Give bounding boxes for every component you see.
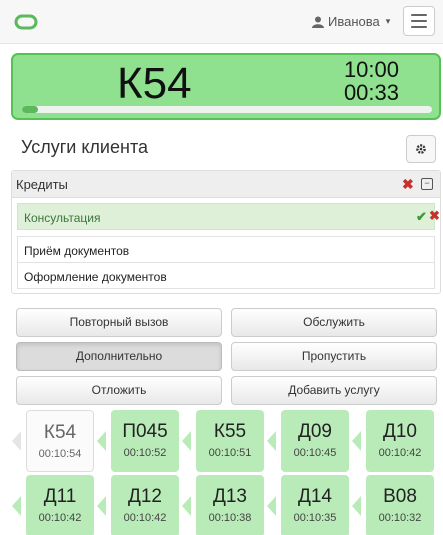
settings-button[interactable] bbox=[406, 135, 436, 163]
hamburger-line bbox=[411, 14, 427, 16]
remove-group-icon[interactable]: ✖ bbox=[402, 176, 414, 193]
tile-arrow-icon bbox=[352, 431, 361, 451]
current-ticket-panel: К54 10:00 00:33 bbox=[11, 53, 441, 120]
service-group-name: Кредиты bbox=[16, 177, 68, 192]
additional-button[interactable]: Дополнительно bbox=[16, 342, 222, 371]
user-name: Иванова bbox=[328, 14, 380, 29]
service-item-label: Оформление документов bbox=[24, 270, 167, 284]
tile-arrow-icon bbox=[12, 431, 21, 451]
confirm-icon[interactable]: ✔ bbox=[416, 209, 427, 225]
queue-ticket-code: К54 bbox=[43, 422, 77, 443]
queue-ticket-tile[interactable]: Д11 00:10:42 bbox=[26, 475, 94, 535]
queue-ticket-tile[interactable]: В08 00:10:32 bbox=[366, 475, 434, 535]
remove-icon[interactable]: ✖ bbox=[429, 208, 440, 224]
queue-ticket-tile[interactable]: Д12 00:10:42 bbox=[111, 475, 179, 535]
queue-ticket-code: Д14 bbox=[297, 486, 332, 507]
services-title: Услуги клиента bbox=[21, 137, 148, 157]
add-service-button[interactable]: Добавить услугу bbox=[231, 376, 437, 405]
repeat-call-button[interactable]: Повторный вызов bbox=[16, 308, 222, 337]
chevron-down-icon: ▾ bbox=[385, 16, 391, 26]
queue-ticket-code: В08 bbox=[383, 486, 417, 507]
ticket-time-total: 10:00 bbox=[343, 57, 399, 82]
postpone-button[interactable]: Отложить bbox=[16, 376, 222, 405]
queue-ticket-code: П045 bbox=[122, 421, 168, 442]
service-item[interactable]: Консультация ✔ ✖ bbox=[17, 203, 440, 230]
progress-fill bbox=[22, 106, 39, 113]
serve-button[interactable]: Обслужить bbox=[231, 308, 437, 337]
queue-ticket-code: К55 bbox=[213, 421, 247, 442]
tile-arrow-icon bbox=[12, 496, 21, 516]
tile-arrow-icon bbox=[267, 496, 276, 516]
services-panel: Кредиты ✖ − Консультация ✔ ✖ Приём докум… bbox=[11, 170, 441, 294]
tile-arrow-icon bbox=[182, 431, 191, 451]
ticket-time-elapsed: 00:33 bbox=[343, 80, 399, 105]
queue-ticket-time: 00:10:42 bbox=[378, 447, 422, 459]
queue-ticket-time: 00:10:42 bbox=[38, 512, 82, 524]
queue-ticket-tile[interactable]: П045 00:10:52 bbox=[111, 410, 179, 472]
queue-ticket-code: Д13 bbox=[212, 486, 247, 507]
queue-ticket-time: 00:10:32 bbox=[378, 512, 422, 524]
tile-arrow-icon bbox=[267, 431, 276, 451]
service-item[interactable]: Оформление документов bbox=[17, 262, 435, 289]
top-navbar: Иванова ▾ bbox=[0, 0, 443, 44]
queue-ticket-time: 00:10:42 bbox=[123, 512, 167, 524]
service-group-header: Кредиты ✖ − bbox=[12, 171, 440, 198]
queue-ticket-time: 00:10:35 bbox=[293, 512, 337, 524]
skip-button[interactable]: Пропустить bbox=[231, 342, 437, 371]
tile-arrow-icon bbox=[97, 496, 106, 516]
gear-icon bbox=[416, 144, 426, 154]
user-icon bbox=[312, 16, 324, 28]
queue-ticket-time: 00:10:38 bbox=[208, 512, 252, 524]
service-item[interactable]: Приём документов bbox=[17, 236, 435, 263]
tile-arrow-icon bbox=[182, 496, 191, 516]
queue-ticket-time: 00:10:51 bbox=[208, 447, 252, 459]
user-menu[interactable]: Иванова ▾ bbox=[312, 14, 390, 29]
queue-ticket-time: 00:10:45 bbox=[293, 447, 337, 459]
queue-ticket-tile[interactable]: Д14 00:10:35 bbox=[281, 475, 349, 535]
service-item-label: Приём документов bbox=[24, 244, 130, 258]
tile-arrow-icon bbox=[352, 496, 361, 516]
queue-ticket-tile[interactable]: К55 00:10:51 bbox=[196, 410, 264, 472]
service-progress-bar bbox=[22, 106, 432, 113]
tile-arrow-icon bbox=[97, 431, 106, 451]
queue-ticket-code: Д12 bbox=[127, 486, 162, 507]
hamburger-line bbox=[411, 20, 427, 22]
queue-ticket-tile[interactable]: К54 00:10:54 bbox=[26, 410, 94, 472]
logo-icon[interactable] bbox=[14, 13, 38, 31]
queue-ticket-time: 00:10:52 bbox=[123, 447, 167, 459]
collapse-icon[interactable]: − bbox=[421, 178, 433, 190]
queue-ticket-tile[interactable]: Д09 00:10:45 bbox=[281, 410, 349, 472]
service-item-label: Консультация bbox=[24, 211, 101, 225]
hamburger-menu-button[interactable] bbox=[403, 6, 435, 36]
queue-ticket-code: Д10 bbox=[382, 421, 417, 442]
queue-ticket-tile[interactable]: Д10 00:10:42 bbox=[366, 410, 434, 472]
hamburger-line bbox=[411, 26, 427, 28]
queue-ticket-code: Д11 bbox=[43, 486, 77, 507]
ticket-number: К54 bbox=[117, 59, 192, 108]
queue-ticket-time: 00:10:54 bbox=[38, 448, 82, 460]
queue-ticket-tile[interactable]: Д13 00:10:38 bbox=[196, 475, 264, 535]
queue-ticket-code: Д09 bbox=[297, 421, 332, 442]
